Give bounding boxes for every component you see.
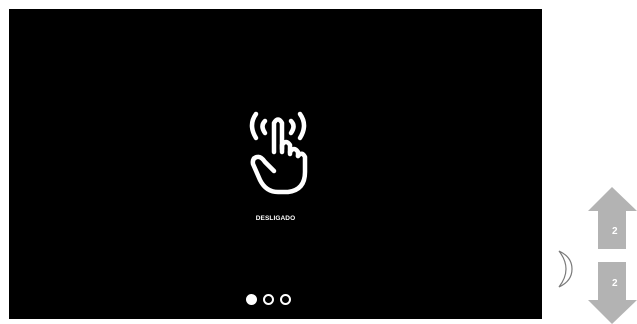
page-dot-2[interactable] <box>263 294 274 305</box>
arrow-up-button[interactable]: 2 <box>588 187 637 249</box>
arrow-down-count: 2 <box>612 278 618 289</box>
arrow-down-button[interactable]: 2 <box>588 262 637 324</box>
arrow-up-count: 2 <box>612 226 618 237</box>
arrow-up-icon <box>588 187 637 249</box>
status-label: DESLIGADO <box>255 215 296 222</box>
chevron-left-icon[interactable] <box>556 250 576 288</box>
page-dot-1[interactable] <box>246 294 257 305</box>
touch-hand-icon[interactable] <box>242 104 314 196</box>
page-dot-3[interactable] <box>280 294 291 305</box>
page-indicator <box>246 294 291 305</box>
arrow-down-icon <box>588 262 637 324</box>
device-screen: DESLIGADO <box>9 9 542 319</box>
